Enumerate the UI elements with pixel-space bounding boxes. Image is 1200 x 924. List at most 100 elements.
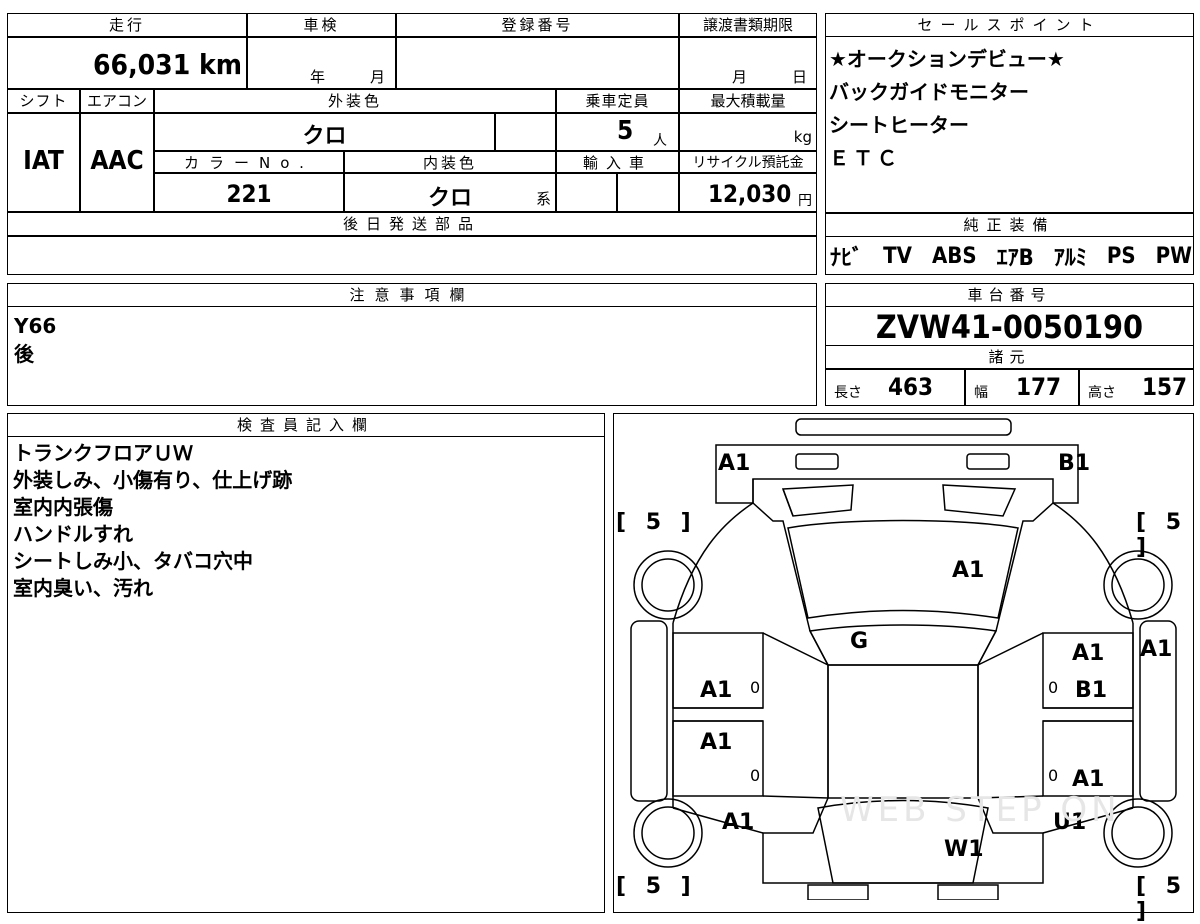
transfer-day: 日 (792, 68, 808, 86)
later-parts-cell (7, 236, 817, 275)
import-label: 輸入車 (556, 151, 679, 173)
spec-width-value: 177 (1016, 373, 1062, 401)
inspector-notes: トランクフロアＵＷ 外装しみ、小傷有り、仕上げ跡 室内内張傷 ハンドルすれ シー… (7, 440, 605, 602)
damage-left-front: A1 (722, 810, 755, 835)
spec-width-label: 幅 (974, 385, 988, 401)
color-no-value: 221 (226, 180, 272, 208)
inspection-month: 月 (370, 68, 386, 86)
mileage-cell: 66,031 km (7, 37, 247, 89)
damage-windshield: W1 (944, 837, 984, 862)
chassis-number: ZVW41-0050190 (875, 308, 1144, 346)
shift-value: IAT (23, 146, 64, 176)
damage-trunk: A1 (952, 558, 985, 583)
ac-cell: AAC (80, 113, 154, 212)
damage-right-fender: A1 (1140, 637, 1173, 662)
spec-length-cell: 長さ 463 (825, 369, 965, 406)
ac-value: AAC (90, 146, 144, 176)
inspector-line: 外装しみ、小傷有り、仕上げ跡 (13, 468, 293, 492)
damage-right-upper: A1 (1072, 641, 1105, 666)
inspector-line: ハンドルすれ (13, 522, 133, 546)
ac-label: エアコン (80, 89, 154, 113)
damage-left-front-door: A1 (700, 730, 733, 755)
shift-label: シフト (7, 89, 80, 113)
inspector-line: 室内臭い、汚れ (13, 576, 153, 600)
spec-length-value: 463 (888, 373, 934, 401)
equip-navi: ﾅﾋﾞ (830, 246, 864, 271)
capacity-unit: 人 (653, 133, 667, 149)
notes-label: 注意事項欄 (7, 283, 817, 307)
genuine-equipment-list: ﾅﾋﾞ TV ABS ｴｱB ｱﾙﾐ PS PW (830, 239, 1192, 273)
transfer-month: 月 (732, 68, 748, 86)
registration-cell (396, 37, 679, 89)
spec-width-cell: 幅 177 (965, 369, 1079, 406)
import-cell-a (556, 173, 617, 212)
interior-color-label: 内装色 (344, 151, 556, 173)
equip-airbag: ｴｱB (996, 246, 1034, 271)
equip-tv: TV (883, 243, 912, 269)
inspection-label: 車検 (247, 13, 396, 37)
capacity-value: 5 (617, 116, 634, 146)
damage-right-front-door: A1 (1072, 767, 1105, 792)
transfer-label: 譲渡書類期限 (679, 13, 817, 37)
interior-color-cell: クロ 系 (344, 173, 556, 212)
exterior-color-value: クロ (302, 124, 347, 149)
specs-label: 諸元 (825, 345, 1194, 369)
registration-label: 登録番号 (396, 13, 679, 37)
sales-points-list: ★オークションデビュー★ バックガイドモニター シートヒーター ＥＴＣ (825, 43, 1194, 175)
interior-color-value: クロ (427, 186, 472, 211)
damage-right-rear-door: B1 (1075, 678, 1108, 703)
damage-rear-right: B1 (1058, 451, 1091, 476)
color-no-cell: 221 (154, 173, 344, 212)
tread-rear-right: [ 5 ] (1136, 510, 1188, 560)
recycle-unit: 円 (798, 193, 812, 209)
capacity-cell: 5 人 (556, 113, 679, 151)
inspection-year: 年 (310, 68, 326, 86)
interior-suffix: 系 (535, 190, 551, 208)
damage-left-rear-door: A1 (700, 678, 733, 703)
sales-point-item: シートヒーター (829, 113, 969, 137)
inspector-label: 検査員記入欄 (7, 413, 605, 437)
tread-rear-left: [ 5 ] (616, 510, 697, 535)
inspector-line: シートしみ小、タバコ穴中 (13, 549, 253, 573)
sales-point-item: ★オークションデビュー★ (829, 47, 1065, 71)
shift-cell: IAT (7, 113, 80, 212)
equip-alloy: ｱﾙﾐ (1053, 246, 1087, 271)
inspection-cell: 年 月 (247, 37, 396, 89)
equip-pw: PW (1155, 243, 1192, 269)
recycle-cell: 12,030 円 (679, 173, 817, 212)
genuine-equipment-label: 純正装備 (825, 213, 1194, 237)
equip-abs: ABS (931, 243, 977, 269)
watermark: WEB STEP ON (840, 790, 1121, 830)
tread-front-right: [ 5 ] (1136, 874, 1188, 924)
zero-mark: 0 (750, 766, 761, 785)
spec-height-cell: 高さ 157 (1079, 369, 1194, 406)
mileage-value: 66,031 km (93, 48, 242, 81)
max-load-label: 最大積載量 (679, 89, 817, 113)
notes-line: 後 (14, 342, 34, 366)
later-parts-label: 後日発送部品 (7, 212, 817, 236)
capacity-label: 乗車定員 (556, 89, 679, 113)
tread-front-left: [ 5 ] (616, 874, 697, 899)
color-no-label: カラーNo. (154, 151, 344, 173)
inspector-line: 室内内張傷 (13, 495, 113, 519)
spec-length-label: 長さ (834, 385, 862, 401)
damage-rear-left: A1 (718, 451, 751, 476)
zero-mark: 0 (1048, 678, 1059, 697)
max-load-cell: kg (679, 113, 817, 151)
sales-point-item: バックガイドモニター (829, 80, 1029, 104)
notes-content: Y66 後 (14, 312, 56, 368)
transfer-cell: 月 日 (679, 37, 817, 89)
chassis-label: 車台番号 (825, 283, 1194, 307)
damage-rear-glass: G (850, 629, 869, 654)
spec-height-value: 157 (1142, 373, 1188, 401)
spec-height-label: 高さ (1088, 385, 1116, 401)
equip-ps: PS (1106, 243, 1136, 269)
exterior-color-extra (495, 113, 556, 151)
import-cell-b (617, 173, 679, 212)
zero-mark: 0 (750, 678, 761, 697)
inspector-line: トランクフロアＵＷ (13, 441, 193, 465)
sales-point-item: ＥＴＣ (829, 146, 901, 170)
max-load-unit: kg (793, 128, 812, 146)
recycle-value: 12,030 (708, 180, 792, 208)
exterior-color-label: 外装色 (154, 89, 556, 113)
